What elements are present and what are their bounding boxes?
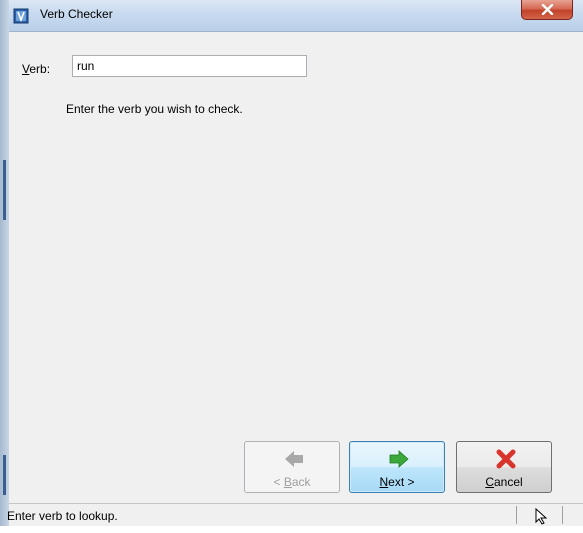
pointer-icon bbox=[535, 507, 548, 525]
window-left-border bbox=[0, 0, 9, 533]
verb-label: Verb: bbox=[22, 62, 51, 76]
next-button-label: Next > bbox=[379, 475, 415, 489]
close-icon bbox=[541, 4, 554, 15]
status-text: Enter verb to lookup. bbox=[7, 509, 118, 523]
verb-input[interactable] bbox=[72, 55, 307, 77]
window-bottom-edge bbox=[0, 526, 583, 533]
border-accent bbox=[3, 455, 6, 495]
status-divider bbox=[562, 506, 563, 524]
next-button[interactable]: Next > bbox=[349, 441, 445, 493]
verb-checker-window: Verb Checker Verb: Enter the verb you wi… bbox=[0, 0, 583, 533]
window-title: Verb Checker bbox=[40, 7, 113, 21]
app-icon bbox=[13, 8, 29, 24]
status-divider bbox=[516, 506, 517, 524]
instruction-text: Enter the verb you wish to check. bbox=[66, 102, 243, 116]
back-button[interactable]: < Back bbox=[244, 441, 340, 493]
title-bar[interactable]: Verb Checker bbox=[9, 0, 583, 32]
red-x-icon bbox=[496, 449, 516, 469]
close-button[interactable] bbox=[521, 0, 573, 20]
dialog-client-area: Verb: Enter the verb you wish to check. … bbox=[9, 32, 583, 503]
cancel-button[interactable]: Cancel bbox=[456, 441, 552, 493]
status-bar: Enter verb to lookup. bbox=[7, 503, 583, 527]
border-accent bbox=[3, 160, 6, 220]
cancel-button-label: Cancel bbox=[485, 475, 523, 489]
arrow-left-icon bbox=[285, 451, 303, 467]
back-button-label: < Back bbox=[273, 475, 311, 489]
arrow-right-icon bbox=[389, 450, 409, 468]
